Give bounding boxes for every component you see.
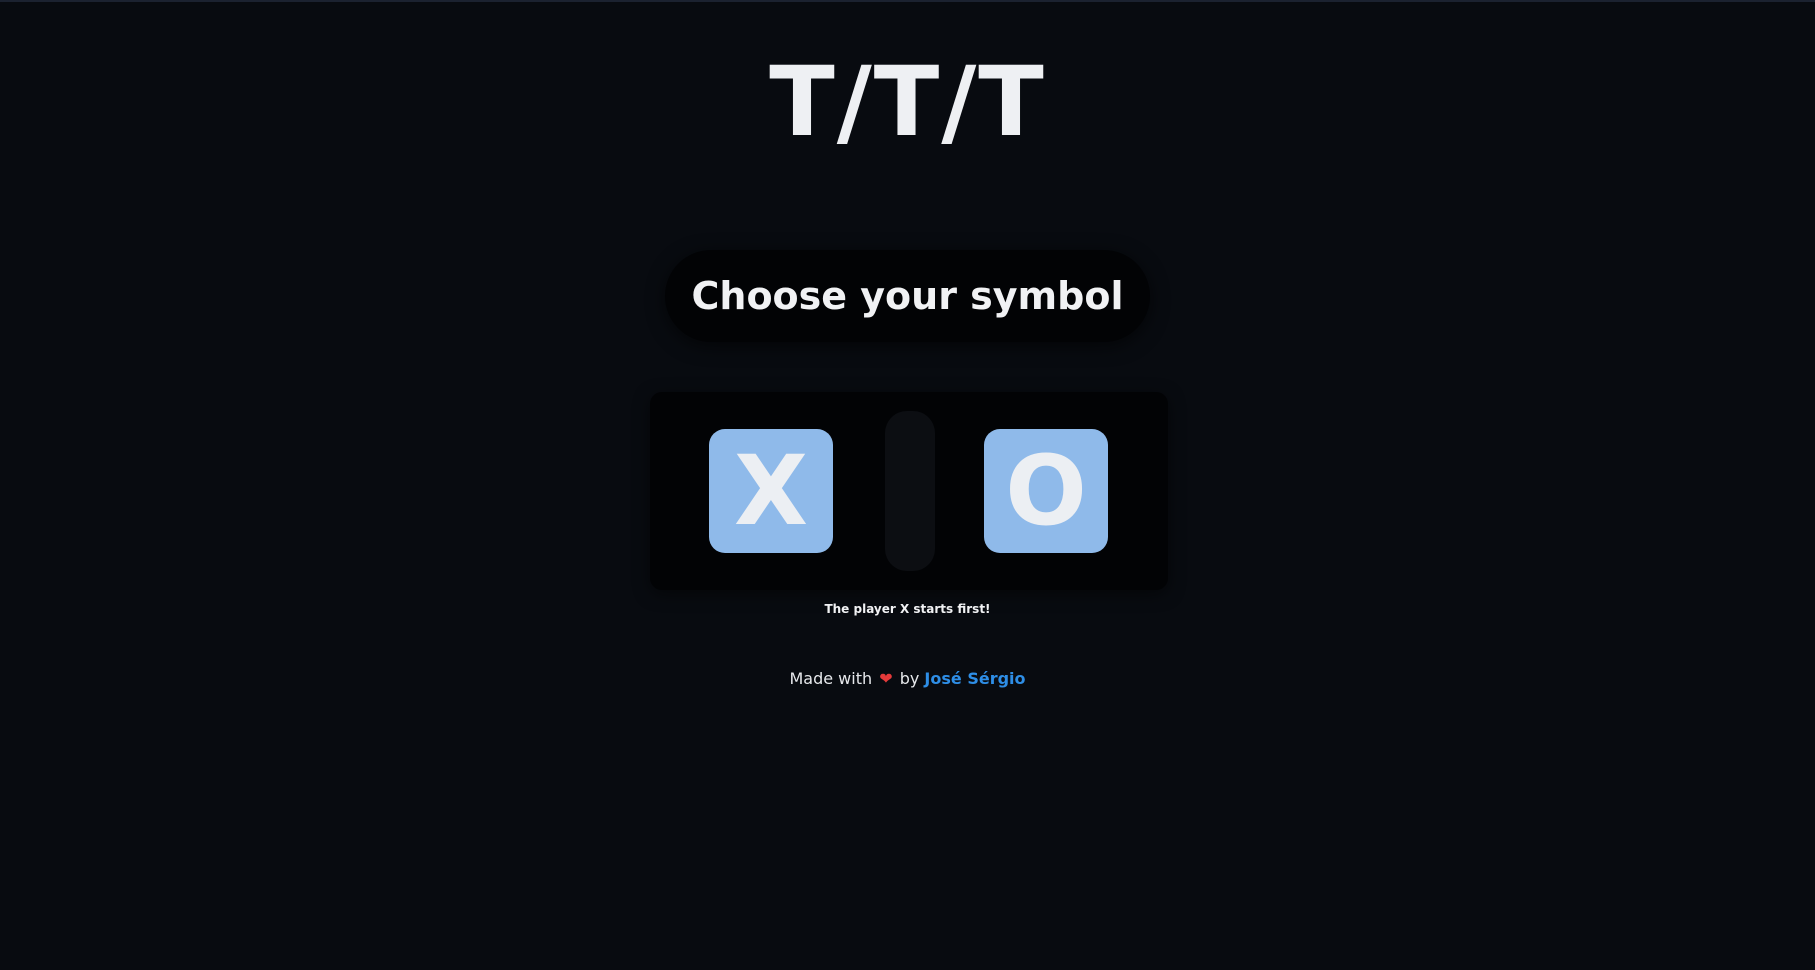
prompt-banner: Choose your symbol — [665, 250, 1150, 342]
footer-made-with: Made with — [789, 669, 873, 688]
o-symbol-label: O — [1005, 435, 1087, 547]
symbol-divider — [885, 411, 935, 571]
page: T/T/T Choose your symbol X O The player … — [0, 0, 1815, 970]
x-symbol-label: X — [733, 435, 808, 547]
footer-by: by — [899, 669, 920, 688]
heart-icon: ❤ — [879, 669, 893, 688]
author-link[interactable]: José Sérgio — [924, 669, 1025, 688]
first-player-hint: The player X starts first! — [824, 602, 991, 616]
footer: Made with ❤ by José Sérgio — [0, 669, 1815, 688]
top-border — [0, 0, 1815, 2]
choose-x-button[interactable]: X — [709, 429, 833, 553]
app-title: T/T/T — [769, 46, 1046, 158]
prompt-text: Choose your symbol — [691, 274, 1124, 318]
symbol-picker: X O — [650, 392, 1168, 590]
choose-o-button[interactable]: O — [984, 429, 1108, 553]
